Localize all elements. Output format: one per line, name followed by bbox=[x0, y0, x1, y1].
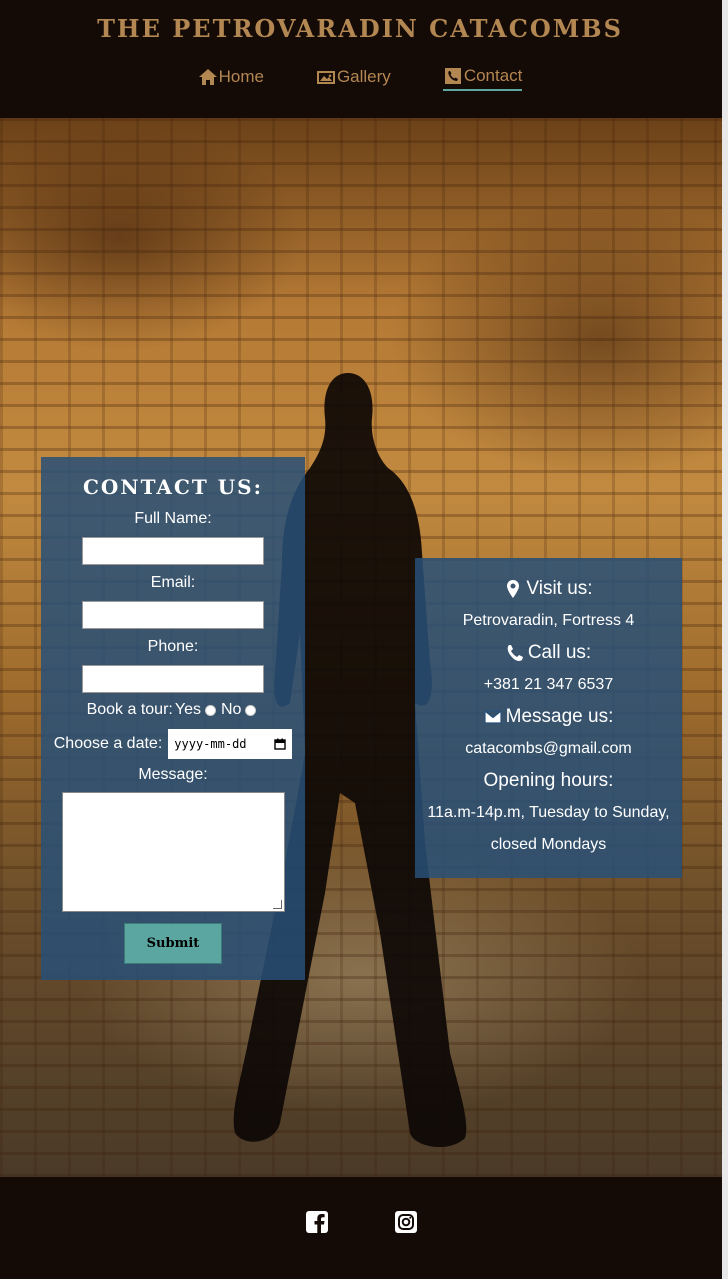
nav-contact-label: Contact bbox=[463, 66, 523, 85]
message-textarea[interactable] bbox=[62, 792, 285, 912]
book-tour-row: Book a tour: Yes No bbox=[41, 701, 305, 719]
main-nav: Home Gallery Contact bbox=[0, 66, 720, 91]
calendar-icon bbox=[274, 738, 286, 750]
date-input[interactable]: yyyy-mm-dd bbox=[168, 729, 293, 759]
instagram-icon bbox=[395, 1211, 417, 1233]
yes-radio[interactable] bbox=[204, 704, 216, 716]
visit-address: Petrovaradin, Fortress 4 bbox=[462, 612, 635, 629]
message-heading: Message us: bbox=[415, 706, 682, 728]
map-marker-icon bbox=[507, 580, 520, 598]
hours-heading-label: Opening hours: bbox=[483, 770, 614, 791]
full-name-label: Full Name: bbox=[134, 510, 212, 527]
site-header: THE PETROVARADIN CATACOMBS Home Gallery … bbox=[0, 0, 728, 118]
nav-home[interactable]: Home bbox=[198, 66, 264, 91]
yes-label: Yes bbox=[174, 701, 201, 718]
visit-heading: Visit us: bbox=[415, 578, 682, 600]
submit-button[interactable]: Submit bbox=[124, 923, 222, 964]
call-heading-label: Call us: bbox=[527, 642, 592, 663]
nav-contact[interactable]: Contact bbox=[442, 66, 523, 91]
phone-input[interactable] bbox=[82, 665, 264, 693]
message-email: catacombs@gmail.com bbox=[465, 740, 632, 757]
date-row: Choose a date: yyyy-mm-dd bbox=[41, 729, 305, 759]
contact-info-panel: Visit us: Petrovaradin, Fortress 4 Call … bbox=[415, 558, 682, 878]
hours-heading: Opening hours: bbox=[415, 770, 682, 792]
facebook-icon bbox=[306, 1211, 328, 1233]
site-footer bbox=[0, 1177, 728, 1279]
date-placeholder: yyyy-mm-dd bbox=[174, 737, 247, 751]
book-tour-label: Book a tour: bbox=[86, 701, 173, 718]
hours-line-1: 11a.m-14p.m, Tuesday to Sunday, bbox=[427, 804, 670, 821]
visit-heading-label: Visit us: bbox=[526, 578, 593, 599]
home-icon bbox=[198, 69, 217, 85]
hours-line-2: closed Mondays bbox=[490, 836, 607, 853]
phone-icon bbox=[507, 645, 523, 661]
message-heading-label: Message us: bbox=[505, 706, 614, 727]
message-label: Message: bbox=[138, 766, 208, 783]
contact-form-panel: CONTACT US: Full Name: Email: Phone: Boo… bbox=[41, 457, 305, 980]
envelope-icon bbox=[484, 710, 502, 724]
instagram-link[interactable] bbox=[394, 1210, 418, 1234]
date-label: Choose a date: bbox=[53, 735, 163, 752]
phone-label: Phone: bbox=[147, 638, 199, 655]
nav-gallery[interactable]: Gallery bbox=[316, 66, 391, 91]
site-title: THE PETROVARADIN CATACOMBS bbox=[97, 14, 623, 43]
facebook-link[interactable] bbox=[305, 1210, 329, 1234]
call-number: +381 21 347 6537 bbox=[483, 676, 614, 693]
nav-gallery-label: Gallery bbox=[336, 67, 391, 86]
call-heading: Call us: bbox=[415, 642, 682, 664]
no-label: No bbox=[220, 701, 242, 718]
email-input[interactable] bbox=[82, 601, 264, 629]
email-label: Email: bbox=[150, 574, 196, 591]
full-name-input[interactable] bbox=[82, 537, 264, 565]
image-icon bbox=[316, 71, 335, 84]
scrollbar[interactable] bbox=[722, 0, 728, 1279]
no-radio[interactable] bbox=[245, 704, 257, 716]
phone-square-icon bbox=[444, 68, 461, 84]
nav-home-label: Home bbox=[218, 67, 264, 86]
form-title: CONTACT US: bbox=[83, 475, 263, 499]
